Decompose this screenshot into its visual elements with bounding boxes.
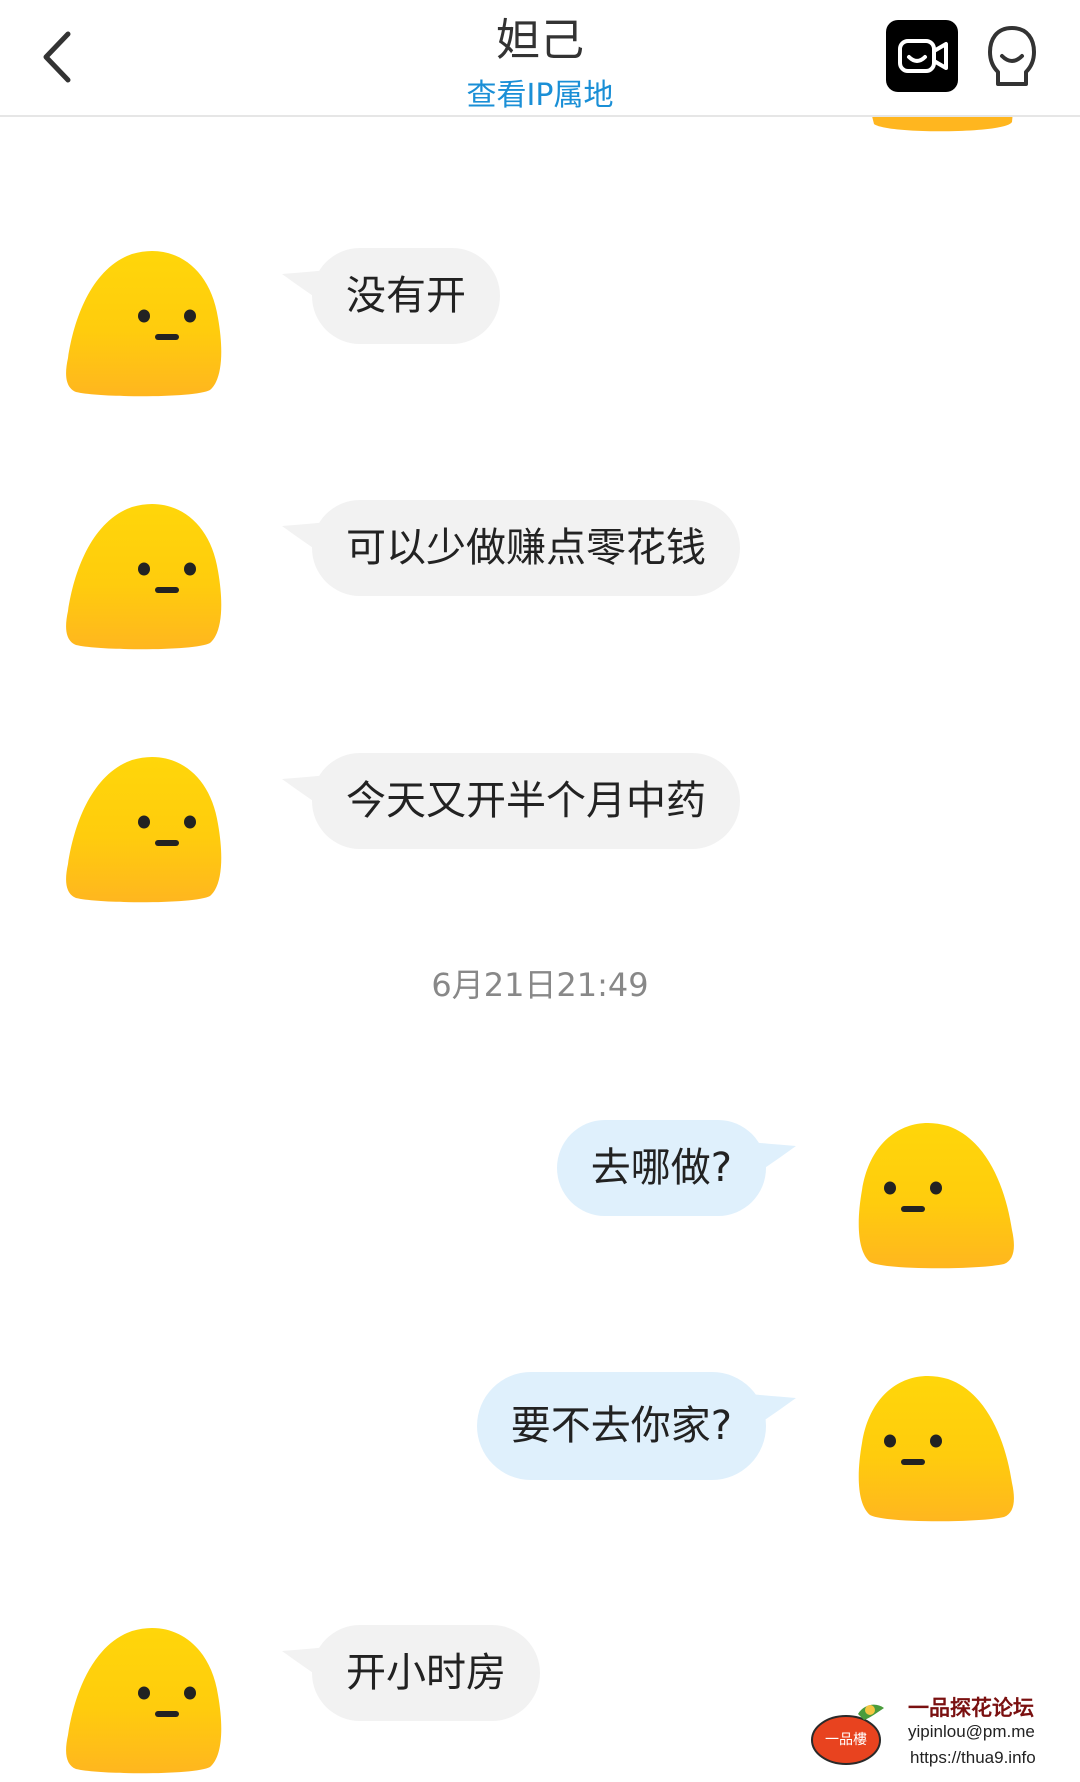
- message-text: 今天又开半个月中药: [346, 778, 706, 824]
- bubble-tail: [282, 1647, 328, 1683]
- message-text: 要不去你家?: [510, 1403, 732, 1449]
- bubble-tail: [282, 775, 328, 811]
- bubble-tail: [282, 270, 328, 306]
- contact-avatar[interactable]: [62, 501, 222, 651]
- logo-text: 一品樓: [825, 1732, 867, 1748]
- message-text: 去哪做?: [590, 1145, 732, 1191]
- outgoing-message-bubble[interactable]: 去哪做?: [556, 1120, 796, 1216]
- incoming-message-bubble[interactable]: 开小时房: [282, 1625, 540, 1721]
- contact-avatar[interactable]: [62, 754, 222, 904]
- video-call-button[interactable]: [886, 20, 958, 92]
- self-avatar[interactable]: [858, 1373, 1018, 1523]
- message-text: 开小时房: [346, 1650, 506, 1696]
- video-call-icon: [898, 39, 948, 73]
- watermark-email: yipinlou@pm.me: [908, 1722, 1035, 1741]
- watermark-title: 一品探花论坛: [908, 1697, 1034, 1720]
- message-text: 没有开: [346, 273, 466, 319]
- contact-avatar[interactable]: [62, 248, 222, 398]
- contact-avatar[interactable]: [62, 1625, 222, 1775]
- bubble-tail: [750, 1142, 796, 1178]
- chat-header: 妲己 查看IP属地: [0, 0, 1080, 117]
- message-timestamp: 6月21日21:49: [431, 966, 649, 1004]
- incoming-message-bubble[interactable]: 没有开: [282, 248, 500, 344]
- outgoing-message-bubble[interactable]: 要不去你家?: [476, 1372, 796, 1480]
- forum-watermark: 一品樓 一品探花论坛 yipinlou@pm.me https://thua9.…: [800, 1688, 1070, 1778]
- profile-icon[interactable]: [984, 24, 1040, 90]
- forum-logo: 一品樓: [811, 1704, 884, 1765]
- self-avatar[interactable]: [858, 1120, 1018, 1270]
- bubble-tail: [750, 1394, 796, 1430]
- bubble-tail: [282, 522, 328, 558]
- message-text: 可以少做赚点零花钱: [346, 525, 706, 571]
- incoming-message-bubble[interactable]: 今天又开半个月中药: [282, 753, 740, 849]
- watermark-url: https://thua9.info: [910, 1748, 1036, 1767]
- incoming-message-bubble[interactable]: 可以少做赚点零花钱: [282, 500, 740, 596]
